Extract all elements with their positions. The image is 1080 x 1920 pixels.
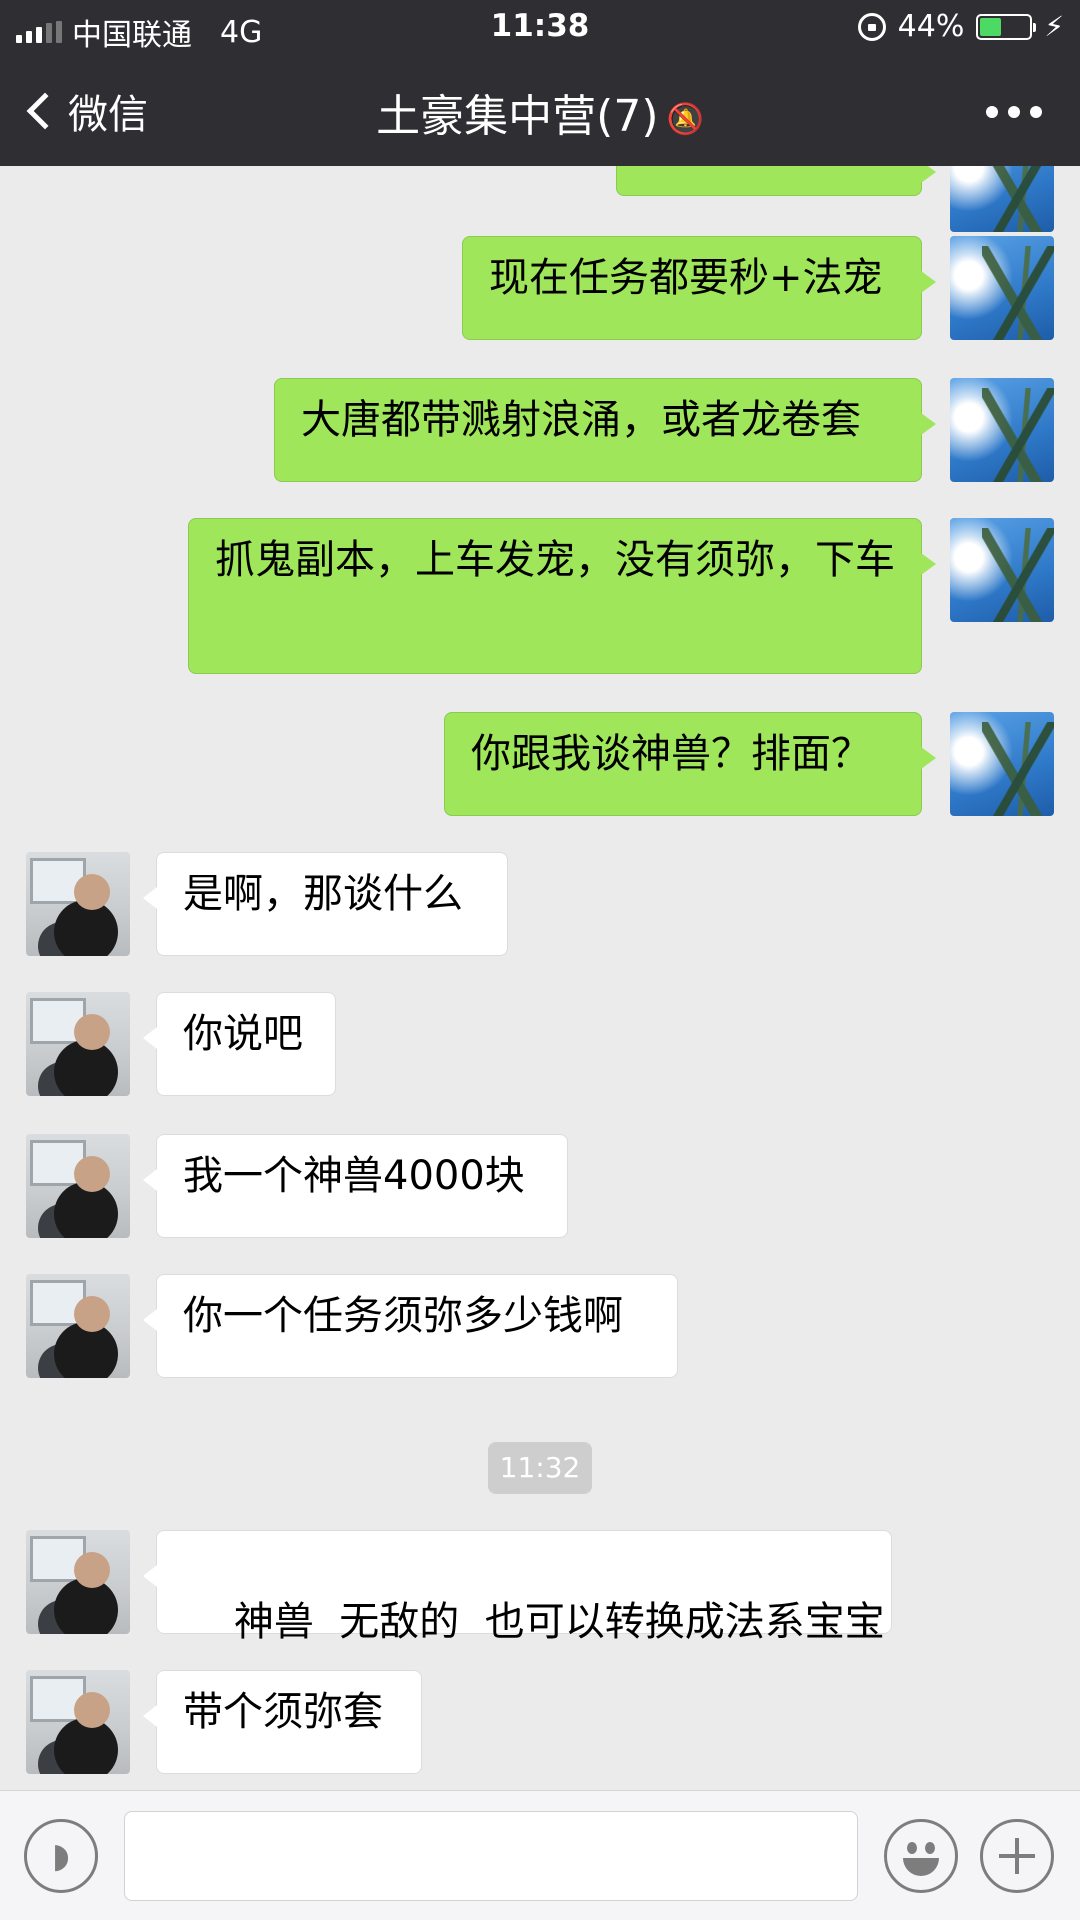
message-text: 是啊，那谈什么 (183, 871, 463, 917)
bell-slash-icon: 🔕 (666, 101, 704, 137)
message-bubble-in[interactable]: 是啊，那谈什么 (143, 852, 508, 956)
emoji-button[interactable] (884, 1819, 958, 1893)
battery-icon (976, 13, 1037, 40)
more-options-button[interactable] (986, 106, 1042, 118)
message-input[interactable] (124, 1811, 858, 1901)
message-bubble-out[interactable]: 你跟我谈神兽？排面？ (444, 712, 936, 816)
top-bar: 中国联通 4G 11:38 44% ⚡ 微信 土豪集中营(7) 🔕 (0, 0, 1080, 166)
more-dots-icon (986, 106, 998, 118)
message-text: 你说吧 (183, 1011, 303, 1057)
message-text: 你跟我谈神兽？排面？ (471, 731, 871, 777)
message-bubble-out[interactable]: 大唐都带溅射浪涌，或者龙卷套 (274, 378, 936, 482)
message-text: 现在任务都要秒+法宠 (489, 255, 883, 301)
charging-icon: ⚡ (1044, 10, 1064, 43)
contact-avatar[interactable] (26, 1274, 130, 1378)
message-text: 神兽 无敌的 也可以转换成法系宝宝 (233, 1599, 885, 1645)
message-bubble-out[interactable]: 抓鬼副本，上车发宠，没有须弥，下车 (188, 518, 936, 674)
status-bar: 中国联通 4G 11:38 44% ⚡ (0, 0, 1080, 56)
my-avatar[interactable] (950, 236, 1054, 340)
message-bubble-in[interactable]: 你说吧 (143, 992, 336, 1096)
contact-avatar[interactable] (26, 1530, 130, 1634)
voice-icon: ◗ (52, 1836, 70, 1876)
voice-input-button[interactable]: ◗ (24, 1819, 98, 1893)
message-text: 带个须弥套 (183, 1689, 383, 1735)
message-text: 我一个神兽4000块 (183, 1153, 525, 1199)
my-avatar[interactable] (950, 712, 1054, 816)
chat-area[interactable]: 现在任务都要秒+法宠 大唐都带溅射浪涌，或者龙卷套 抓鬼副本，上车发宠，没有须弥… (0, 166, 1080, 1790)
message-bubble-partial[interactable] (616, 166, 936, 196)
contact-avatar[interactable] (26, 852, 130, 956)
message-bubble-in[interactable]: 我一个神兽4000块 (143, 1134, 568, 1238)
message-bubble-in[interactable]: 你一个任务须弥多少钱啊 (143, 1274, 678, 1378)
battery-percent: 44% (897, 9, 965, 44)
input-bar: ◗ (0, 1790, 1080, 1920)
contact-avatar[interactable] (26, 1670, 130, 1774)
message-bubble-out[interactable]: 现在任务都要秒+法宠 (462, 236, 936, 340)
contact-avatar[interactable] (26, 992, 130, 1096)
message-text: 抓鬼副本，上车发宠，没有须弥，下车 (215, 537, 895, 583)
my-avatar[interactable] (950, 166, 1054, 232)
chat-title: 土豪集中营(7) (376, 91, 659, 142)
nav-bar: 微信 土豪集中营(7) 🔕 (0, 56, 1080, 166)
rotation-lock-icon (857, 12, 886, 41)
emoji-icon (907, 1842, 917, 1854)
chat-title-wrap: 土豪集中营(7) 🔕 (0, 80, 1080, 144)
message-bubble-in[interactable]: 带个须弥套 (143, 1670, 422, 1774)
my-avatar[interactable] (950, 518, 1054, 622)
contact-avatar[interactable] (26, 1134, 130, 1238)
plus-button[interactable] (980, 1819, 1054, 1893)
message-bubble-in[interactable]: 神兽 无敌的 也可以转换成法系宝宝 (143, 1530, 892, 1645)
my-avatar[interactable] (950, 378, 1054, 482)
status-right: 44% ⚡ (857, 9, 1064, 44)
message-text: 你一个任务须弥多少钱啊 (183, 1293, 623, 1339)
message-timestamp: 11:32 (488, 1442, 592, 1494)
message-text: 大唐都带溅射浪涌，或者龙卷套 (301, 397, 861, 443)
